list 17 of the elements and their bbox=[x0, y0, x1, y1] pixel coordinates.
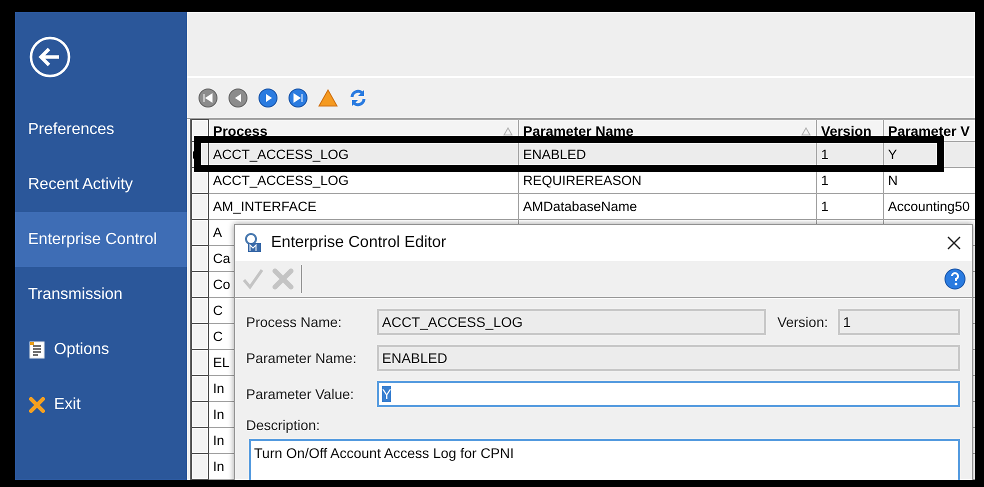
field-label: Parameter Name: bbox=[246, 350, 358, 366]
input-field[interactable]: 1 bbox=[838, 309, 960, 335]
sidebar-item[interactable]: Enterprise Control bbox=[15, 212, 187, 267]
table-cell: AM_INTERFACE bbox=[208, 194, 518, 220]
description-field[interactable]: Turn On/Off Account Access Log for CPNI bbox=[249, 439, 960, 480]
sidebar-item[interactable]: Exit bbox=[15, 377, 187, 432]
sidebar-item[interactable]: Options bbox=[15, 322, 187, 377]
input-field[interactable]: ACCT_ACCESS_LOG bbox=[377, 309, 766, 335]
table-cell: AMDatabaseName bbox=[518, 194, 816, 220]
sidebar-item[interactable]: Recent Activity bbox=[15, 157, 187, 212]
sidebar-item[interactable]: Preferences bbox=[15, 102, 187, 157]
input-field[interactable]: ENABLED bbox=[377, 345, 960, 371]
sidebar-item[interactable]: Transmission bbox=[15, 267, 187, 322]
field-label: Parameter Value: bbox=[246, 386, 355, 402]
input-field[interactable]: Y bbox=[377, 381, 960, 407]
table-cell: 1 bbox=[816, 194, 884, 220]
field-label: Version: bbox=[777, 314, 828, 330]
